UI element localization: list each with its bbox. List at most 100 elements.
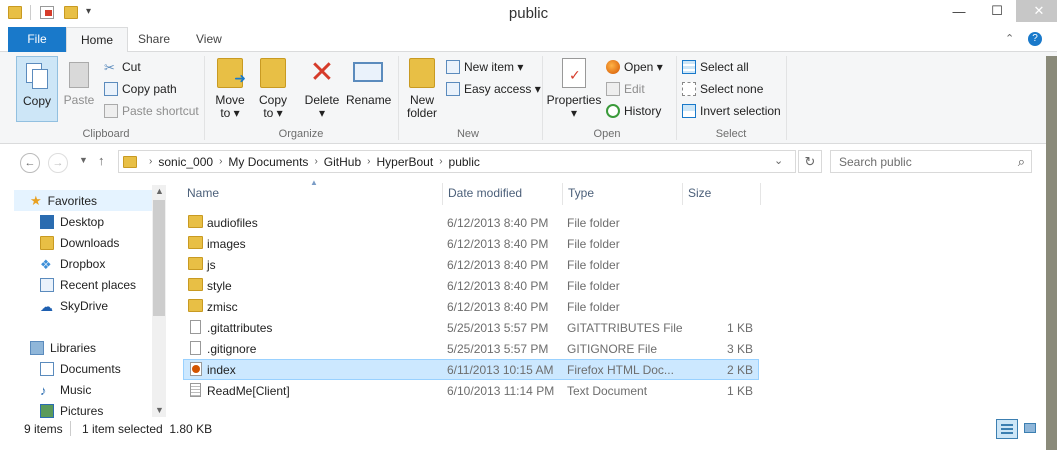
column-divider[interactable] xyxy=(562,183,563,205)
maximize-button[interactable]: ☐ xyxy=(978,0,1016,22)
invert-selection-button[interactable]: Invert selection xyxy=(682,102,781,120)
nav-item-pictures[interactable]: Pictures xyxy=(40,400,103,421)
file-row[interactable]: images 6/12/2013 8:40 PM File folder xyxy=(183,233,759,254)
scroll-down-icon[interactable]: ▼ xyxy=(155,405,164,415)
navigation-pane: ★ Favorites Desktop Downloads ❖ Dropbox Re… xyxy=(10,185,165,418)
details-view-button[interactable] xyxy=(996,419,1018,439)
refresh-button[interactable]: ↻ xyxy=(798,150,822,173)
tab-share[interactable]: Share xyxy=(124,27,184,52)
file-row[interactable]: zmisc 6/12/2013 8:40 PM File folder xyxy=(183,296,759,317)
copy-button[interactable]: Copy xyxy=(16,56,58,122)
file-row[interactable]: ReadMe[Client] 6/10/2013 11:14 PM Text D… xyxy=(183,380,759,401)
file-size: 3 KB xyxy=(726,341,753,356)
new-item-label: New item ▾ xyxy=(464,60,524,74)
search-input[interactable]: Search public ⌕ xyxy=(830,150,1032,173)
history-button[interactable]: History xyxy=(606,102,661,120)
nav-libraries-label: Libraries xyxy=(50,340,97,355)
nav-item-label: Desktop xyxy=(60,214,105,229)
move-to-button[interactable]: ➜ Move to ▾ xyxy=(210,58,250,120)
forward-button[interactable]: → xyxy=(48,153,68,173)
recent-locations-icon[interactable]: ▼ xyxy=(79,155,88,165)
copy-path-button[interactable]: Copy path xyxy=(104,80,177,98)
column-divider[interactable] xyxy=(442,183,443,205)
tab-view[interactable]: View xyxy=(182,27,236,52)
delete-button[interactable]: ✕ Delete ▾ xyxy=(302,58,342,120)
file-row[interactable]: .gitattributes 5/25/2013 5:57 PM GITATTR… xyxy=(183,317,759,338)
nav-item-documents[interactable]: Documents xyxy=(40,358,121,379)
large-icons-view-button[interactable] xyxy=(1020,419,1040,439)
scrollbar-thumb[interactable] xyxy=(153,200,165,316)
minimize-button[interactable]: — xyxy=(940,0,978,22)
tab-home[interactable]: Home xyxy=(66,27,129,53)
paste-button[interactable]: Paste xyxy=(62,56,96,122)
edit-icon xyxy=(606,82,620,96)
column-divider[interactable] xyxy=(682,183,683,205)
nav-favorites[interactable]: ★ Favorites xyxy=(14,190,154,211)
clipboard-icon xyxy=(69,62,89,88)
breadcrumb-item[interactable]: public xyxy=(449,155,480,169)
chevron-right-icon: › xyxy=(219,156,223,167)
address-history-icon[interactable]: ⌄ xyxy=(774,154,783,167)
breadcrumb-item[interactable]: HyperBout xyxy=(376,155,433,169)
new-item-button[interactable]: New item ▾ xyxy=(446,58,523,76)
up-arrow-icon[interactable]: ↑ xyxy=(98,153,105,168)
nav-item-dropbox[interactable]: ❖ Dropbox xyxy=(40,253,105,274)
copy-to-button[interactable]: Copy to ▾ xyxy=(254,58,292,120)
group-label-new: New xyxy=(456,128,479,140)
help-icon[interactable]: ? xyxy=(1028,32,1042,46)
file-row[interactable]: audiofiles 6/12/2013 8:40 PM File folder xyxy=(183,212,759,233)
cut-button[interactable]: ✂ Cut xyxy=(104,58,141,76)
column-divider[interactable] xyxy=(760,183,761,205)
file-row[interactable]: .gitignore 5/25/2013 5:57 PM GITIGNORE F… xyxy=(183,338,759,359)
properties-button[interactable]: ✓ Properties ▾ xyxy=(546,58,602,120)
nav-item-downloads[interactable]: Downloads xyxy=(40,232,119,253)
nav-item-recent-places[interactable]: Recent places xyxy=(40,274,136,295)
copy-to-icon xyxy=(260,58,286,88)
close-button[interactable]: ✕ xyxy=(1016,0,1057,22)
file-row-selected[interactable]: index 6/11/2013 10:15 AM Firefox HTML Do… xyxy=(183,359,759,380)
edit-button[interactable]: Edit xyxy=(606,80,645,98)
column-header-size[interactable]: Size xyxy=(688,186,711,203)
delete-label-2: ▾ xyxy=(318,106,326,120)
column-header-type[interactable]: Type xyxy=(568,186,594,203)
scroll-up-icon[interactable]: ▲ xyxy=(155,186,164,196)
breadcrumb-item[interactable]: My Documents xyxy=(228,155,308,169)
collapse-ribbon-icon[interactable]: ⌃ xyxy=(1005,32,1014,45)
rename-button[interactable]: Rename xyxy=(346,58,391,107)
nav-libraries[interactable]: Libraries xyxy=(30,337,96,358)
chevron-right-icon: › xyxy=(149,156,153,167)
nav-item-music[interactable]: ♪ Music xyxy=(40,379,91,400)
file-row[interactable]: style 6/12/2013 8:40 PM File folder xyxy=(183,275,759,296)
select-none-button[interactable]: Select none xyxy=(682,80,763,98)
file-name: zmisc xyxy=(207,299,238,314)
folder-icon xyxy=(188,299,203,312)
file-icon xyxy=(190,341,201,355)
copy-path-icon xyxy=(104,82,118,96)
column-header-date[interactable]: Date modified xyxy=(448,186,522,203)
nav-item-skydrive[interactable]: ☁ SkyDrive xyxy=(40,295,108,316)
group-label-open: Open xyxy=(593,128,621,140)
file-size: 1 KB xyxy=(726,320,753,335)
file-name: style xyxy=(207,278,232,293)
nav-item-desktop[interactable]: Desktop xyxy=(40,211,104,232)
back-button[interactable]: ← xyxy=(20,153,40,173)
paste-shortcut-button[interactable]: Paste shortcut xyxy=(104,102,199,120)
select-all-icon xyxy=(682,60,696,74)
new-folder-button[interactable]: New folder xyxy=(402,58,442,120)
column-header-name[interactable]: Name xyxy=(187,186,219,203)
open-button[interactable]: Open ▾ xyxy=(606,58,663,76)
file-size: 1 KB xyxy=(726,383,753,398)
nav-item-label: Music xyxy=(60,382,92,397)
easy-access-button[interactable]: Easy access ▾ xyxy=(446,80,541,98)
window-controls: — ☐ ✕ xyxy=(940,0,1057,27)
breadcrumb-item[interactable]: sonic_000 xyxy=(158,155,213,169)
select-all-button[interactable]: Select all xyxy=(682,58,749,76)
address-bar[interactable]: › sonic_000 › My Documents › GitHub › Hy… xyxy=(118,150,796,173)
file-row[interactable]: js 6/12/2013 8:40 PM File folder xyxy=(183,254,759,275)
tab-file[interactable]: File xyxy=(8,27,66,52)
properties-icon: ✓ xyxy=(562,58,586,88)
breadcrumb-item[interactable]: GitHub xyxy=(324,155,361,169)
downloads-icon xyxy=(40,235,54,250)
easy-access-icon xyxy=(446,82,460,96)
file-name: audiofiles xyxy=(207,215,258,230)
